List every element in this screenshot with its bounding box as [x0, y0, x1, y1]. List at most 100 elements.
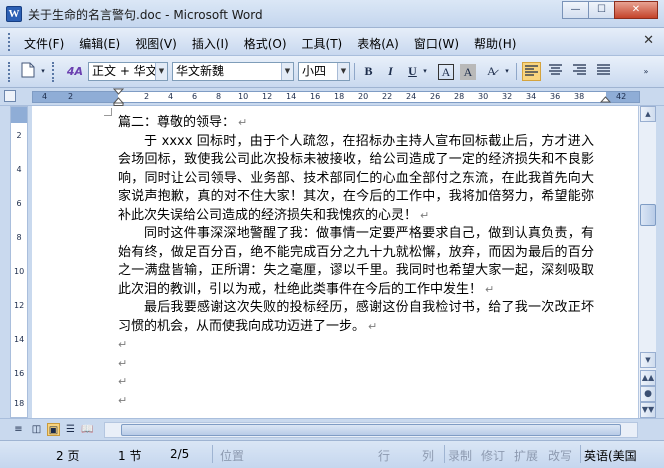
ruler-number: 4	[42, 92, 48, 101]
ruler-number: 16	[310, 92, 321, 101]
menu-window[interactable]: 窗口(W)	[414, 35, 459, 52]
ruler-number: 34	[526, 92, 537, 101]
word-app-icon[interactable]: W	[6, 6, 22, 22]
ruler-number: 6	[192, 92, 198, 101]
ruler-number: 22	[382, 92, 393, 101]
chevron-down-icon[interactable]: ▼	[281, 63, 293, 80]
previous-page-icon[interactable]: ▲▲	[640, 370, 656, 386]
status-revise[interactable]: 修订	[481, 447, 505, 464]
bold-button[interactable]: B	[359, 62, 378, 81]
toolbar-options-chevron-icon[interactable]: ▾	[38, 62, 48, 81]
doc-paragraph-2: 同时这件事深深地警醒了我：做事情一定要严格要求自己，做到认真负责，有始有终，做足…	[118, 226, 594, 297]
vruler-number: 16	[14, 369, 25, 378]
vertical-scrollbar[interactable]: ▲ ▼ ▲▲ ● ▼▼	[638, 106, 656, 418]
close-button[interactable]: ✕	[614, 1, 658, 19]
menu-edit[interactable]: 编辑(E)	[79, 35, 120, 52]
right-indent-marker[interactable]	[600, 96, 611, 106]
status-language[interactable]: 英语(美国	[584, 447, 660, 464]
document-page[interactable]: 篇二：尊敬的领导： ↵ 于 xxxx 回标时，由于个人疏忽，在招标办主持人宣布回标…	[32, 106, 638, 418]
formatting-toolbar: ▾ 4A 正文 + 华文 ▼ 华文新魏 ▼ 小四 ▼ B I U ▾ A A A…	[0, 56, 664, 88]
toolbar-grip[interactable]	[8, 62, 12, 82]
menu-bar: 文件(F) 编辑(E) 视图(V) 插入(I) 格式(O) 工具(T) 表格(A…	[0, 28, 664, 56]
vertical-ruler[interactable]: 2 4 6 8 10 12 14 16 18	[10, 106, 28, 418]
style-select-value: 正文 + 华文	[92, 64, 158, 78]
font-size-value: 小四	[302, 64, 327, 78]
chevron-down-icon[interactable]: ▼	[155, 63, 167, 80]
empty-paragraph-mark: ↵	[118, 393, 128, 407]
vruler-number: 2	[16, 131, 22, 140]
status-position: 位置	[220, 449, 245, 463]
toolbar-separator	[354, 63, 355, 80]
print-layout-view-icon[interactable]: ▣	[47, 423, 60, 436]
doc-paragraph-3: 最后我要感谢这次失败的投标经历，感谢这份自我检讨书，给了我一次改正坏习惯的机会，…	[118, 300, 594, 334]
next-page-icon[interactable]: ▼▼	[640, 402, 656, 418]
normal-view-icon[interactable]: ≡	[12, 423, 25, 436]
chevron-down-icon[interactable]: ▼	[337, 63, 349, 80]
menu-table[interactable]: 表格(A)	[357, 35, 399, 52]
first-line-indent-marker[interactable]	[113, 88, 124, 106]
ruler-number: 26	[430, 92, 441, 101]
horizontal-scrollbar[interactable]	[104, 422, 638, 438]
scroll-up-icon[interactable]: ▲	[640, 106, 656, 122]
vruler-number: 18	[14, 399, 25, 408]
styles-pane-icon[interactable]: 4A	[64, 62, 86, 81]
ruler-number: 28	[454, 92, 465, 101]
ruler-number: 36	[550, 92, 561, 101]
ruler-number: 2	[144, 92, 150, 101]
horizontal-ruler[interactable]: 4 2 2 4 6 8 10 12 14 16 18 20 22 24 26 2…	[0, 88, 664, 106]
maximize-button[interactable]: ☐	[588, 1, 615, 19]
status-extend[interactable]: 扩展	[514, 447, 538, 464]
toolbar-separator	[516, 63, 517, 80]
effects-options-chevron-icon[interactable]: ▾	[502, 62, 512, 81]
web-layout-view-icon[interactable]: ◫	[30, 423, 43, 436]
toolbar-grip-2[interactable]	[52, 62, 56, 82]
scroll-thumb[interactable]	[640, 204, 656, 226]
menu-help[interactable]: 帮助(H)	[474, 35, 516, 52]
menu-insert[interactable]: 插入(I)	[192, 35, 229, 52]
font-select[interactable]: 华文新魏 ▼	[172, 62, 294, 81]
empty-paragraph-mark: ↵	[118, 338, 128, 351]
outline-view-icon[interactable]: ☰	[64, 423, 77, 436]
font-size-select[interactable]: 小四 ▼	[298, 62, 350, 81]
align-center-icon[interactable]	[546, 62, 565, 81]
style-select[interactable]: 正文 + 华文 ▼	[88, 62, 168, 81]
justify-icon[interactable]	[594, 62, 613, 81]
new-document-icon[interactable]	[18, 62, 37, 81]
reading-layout-view-icon[interactable]: 📖	[81, 423, 94, 436]
character-border-button[interactable]: A	[438, 64, 454, 80]
text-effects-button[interactable]: A̷	[482, 62, 501, 81]
vertical-ruler-margin	[11, 107, 27, 123]
minimize-button[interactable]: —	[562, 1, 589, 19]
close-document-icon[interactable]: ✕	[643, 33, 654, 48]
menu-items: 文件(F) 编辑(E) 视图(V) 插入(I) 格式(O) 工具(T) 表格(A…	[24, 35, 531, 52]
document-body[interactable]: 篇二：尊敬的领导： ↵ 于 xxxx 回标时，由于个人疏忽，在招标办主持人宣布回标…	[118, 114, 594, 410]
margin-corner-mark	[104, 108, 112, 116]
status-overwrite[interactable]: 改写	[548, 447, 572, 464]
status-page: 2 页	[56, 449, 80, 463]
menu-grip[interactable]	[8, 33, 12, 51]
empty-paragraph-mark: ↵	[118, 375, 128, 388]
align-left-icon[interactable]	[522, 62, 541, 81]
horizontal-scroll-thumb[interactable]	[121, 424, 621, 436]
status-record[interactable]: 录制	[448, 447, 472, 464]
menu-tools[interactable]: 工具(T)	[302, 35, 343, 52]
underline-options-chevron-icon[interactable]: ▾	[420, 62, 430, 81]
menu-format[interactable]: 格式(O)	[244, 35, 287, 52]
ruler-number: 30	[478, 92, 489, 101]
status-page-of: 2/5	[170, 447, 190, 461]
menu-file[interactable]: 文件(F)	[24, 35, 64, 52]
italic-button[interactable]: I	[381, 62, 400, 81]
vruler-number: 6	[16, 199, 22, 208]
menu-view[interactable]: 视图(V)	[135, 35, 177, 52]
tab-selector[interactable]	[4, 90, 16, 102]
character-shading-button[interactable]: A	[460, 64, 476, 80]
toolbar-overflow-chevron-icon[interactable]: »	[640, 62, 652, 81]
status-line: 行	[378, 449, 391, 463]
ruler-number: 10	[238, 92, 249, 101]
ruler-number: 18	[334, 92, 345, 101]
scroll-down-icon[interactable]: ▼	[640, 352, 656, 368]
ruler-number: 4	[168, 92, 174, 101]
empty-paragraph-mark: ↵	[118, 356, 128, 370]
select-browse-object-icon[interactable]: ●	[640, 386, 656, 402]
align-right-icon[interactable]	[570, 62, 589, 81]
